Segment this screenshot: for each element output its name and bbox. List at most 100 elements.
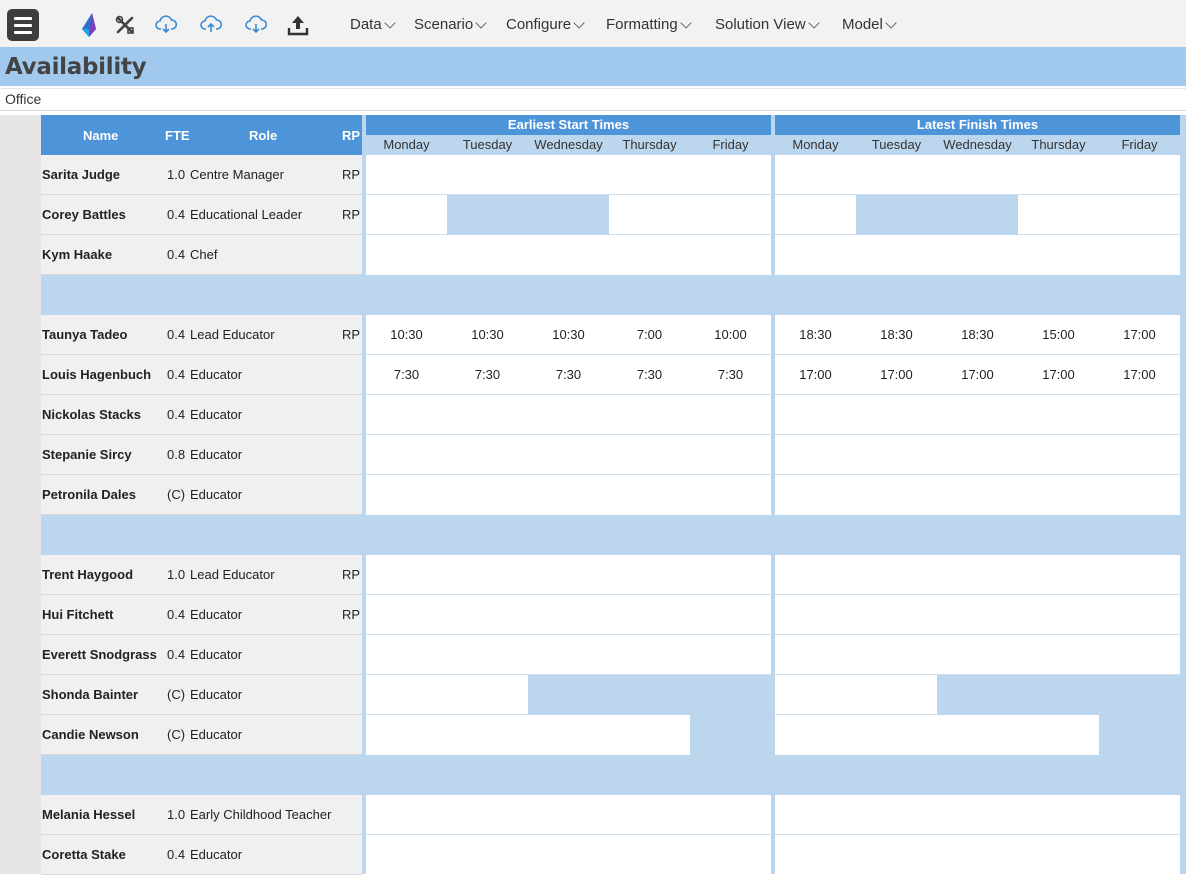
start-time-cell-friday[interactable] xyxy=(690,635,771,675)
start-time-cell-monday[interactable] xyxy=(366,635,447,675)
staff-row[interactable]: Taunya Tadeo 0.4 Lead Educator RP xyxy=(41,315,362,355)
finish-time-cell-friday[interactable] xyxy=(1099,395,1180,435)
start-time-cell-thursday[interactable] xyxy=(609,435,690,475)
finish-time-cell-tuesday[interactable] xyxy=(856,835,937,875)
finish-time-cell-thursday[interactable] xyxy=(1018,395,1099,435)
finish-time-cell-monday[interactable] xyxy=(775,475,856,515)
finish-time-cell-thursday[interactable] xyxy=(1018,595,1099,635)
start-time-cell-thursday[interactable] xyxy=(609,795,690,835)
finish-time-cell-tuesday[interactable] xyxy=(856,715,937,755)
hamburger-menu-icon[interactable] xyxy=(7,9,39,41)
finish-time-cell-monday[interactable] xyxy=(775,835,856,875)
finish-time-cell-friday[interactable] xyxy=(1099,195,1180,235)
finish-time-cell-thursday[interactable] xyxy=(1018,835,1099,875)
finish-time-cell-tuesday[interactable] xyxy=(856,635,937,675)
start-time-cell-monday[interactable] xyxy=(366,675,447,715)
menu-model[interactable]: Model xyxy=(842,16,897,33)
finish-time-cell-friday[interactable] xyxy=(1099,635,1180,675)
start-time-cell-thursday[interactable] xyxy=(609,835,690,875)
finish-time-cell-thursday[interactable] xyxy=(1018,715,1099,755)
start-time-cell-monday[interactable] xyxy=(366,395,447,435)
cloud-upload-icon[interactable] xyxy=(198,12,224,38)
finish-time-cell-tuesday[interactable] xyxy=(856,675,937,715)
export-upload-icon[interactable] xyxy=(285,12,311,38)
staff-row[interactable]: Coretta Stake 0.4 Educator xyxy=(41,835,362,875)
start-time-cell-monday[interactable] xyxy=(366,195,447,235)
finish-time-cell-friday[interactable] xyxy=(1099,595,1180,635)
staff-row[interactable]: Trent Haygood 1.0 Lead Educator RP xyxy=(41,555,362,595)
start-time-cell-wednesday[interactable] xyxy=(528,475,609,515)
finish-time-cell-friday[interactable] xyxy=(1099,835,1180,875)
start-time-cell-wednesday[interactable] xyxy=(528,635,609,675)
finish-time-cell-monday[interactable]: 18:30 xyxy=(775,315,856,355)
start-time-cell-thursday[interactable]: 7:30 xyxy=(609,355,690,395)
start-time-cell-monday[interactable] xyxy=(366,475,447,515)
finish-time-cell-wednesday[interactable] xyxy=(937,235,1018,275)
finish-time-cell-friday[interactable] xyxy=(1099,435,1180,475)
start-time-cell-tuesday[interactable] xyxy=(447,595,528,635)
finish-time-cell-tuesday[interactable]: 18:30 xyxy=(856,315,937,355)
finish-time-cell-wednesday[interactable] xyxy=(937,795,1018,835)
start-time-cell-friday[interactable] xyxy=(690,795,771,835)
finish-time-cell-thursday[interactable] xyxy=(1018,795,1099,835)
finish-time-cell-friday[interactable]: 17:00 xyxy=(1099,315,1180,355)
start-time-cell-tuesday[interactable] xyxy=(447,475,528,515)
start-time-cell-tuesday[interactable] xyxy=(447,715,528,755)
start-time-cell-friday[interactable] xyxy=(690,555,771,595)
staff-row[interactable]: Candie Newson (C) Educator xyxy=(41,715,362,755)
finish-time-cell-wednesday[interactable] xyxy=(937,595,1018,635)
start-time-cell-friday[interactable] xyxy=(690,395,771,435)
finish-time-cell-friday[interactable] xyxy=(1099,795,1180,835)
finish-time-cell-thursday[interactable] xyxy=(1018,635,1099,675)
start-time-cell-tuesday[interactable] xyxy=(447,795,528,835)
staff-row[interactable]: Nickolas Stacks 0.4 Educator xyxy=(41,395,362,435)
finish-time-cell-monday[interactable] xyxy=(775,235,856,275)
start-time-cell-friday[interactable] xyxy=(690,155,771,195)
finish-time-cell-wednesday[interactable] xyxy=(937,435,1018,475)
finish-time-cell-wednesday[interactable] xyxy=(937,475,1018,515)
finish-time-cell-thursday[interactable] xyxy=(1018,195,1099,235)
finish-time-cell-monday[interactable] xyxy=(775,395,856,435)
start-time-cell-monday[interactable] xyxy=(366,235,447,275)
start-time-cell-monday[interactable] xyxy=(366,595,447,635)
finish-time-cell-wednesday[interactable]: 17:00 xyxy=(937,355,1018,395)
app-logo-icon[interactable] xyxy=(76,12,102,38)
start-time-cell-wednesday[interactable] xyxy=(528,155,609,195)
finish-time-cell-monday[interactable] xyxy=(775,795,856,835)
finish-time-cell-thursday[interactable] xyxy=(1018,155,1099,195)
start-time-cell-thursday[interactable] xyxy=(609,555,690,595)
start-time-cell-tuesday[interactable] xyxy=(447,835,528,875)
finish-time-cell-tuesday[interactable] xyxy=(856,435,937,475)
staff-row[interactable]: Petronila Dales (C) Educator xyxy=(41,475,362,515)
menu-formatting[interactable]: Formatting xyxy=(606,16,692,33)
finish-time-cell-monday[interactable] xyxy=(775,675,856,715)
start-time-cell-wednesday[interactable] xyxy=(528,555,609,595)
start-time-cell-wednesday[interactable] xyxy=(528,795,609,835)
start-time-cell-tuesday[interactable]: 7:30 xyxy=(447,355,528,395)
finish-time-cell-tuesday[interactable] xyxy=(856,795,937,835)
start-time-cell-thursday[interactable] xyxy=(609,235,690,275)
role-column-header[interactable]: Role xyxy=(249,128,277,143)
start-time-cell-friday[interactable] xyxy=(690,835,771,875)
start-time-cell-friday[interactable] xyxy=(690,235,771,275)
start-time-cell-wednesday[interactable] xyxy=(528,835,609,875)
menu-data[interactable]: Data xyxy=(350,16,396,33)
staff-row[interactable]: Stepanie Sircy 0.8 Educator xyxy=(41,435,362,475)
finish-time-cell-thursday[interactable] xyxy=(1018,475,1099,515)
finish-time-cell-wednesday[interactable] xyxy=(937,395,1018,435)
menu-scenario[interactable]: Scenario xyxy=(414,16,487,33)
finish-time-cell-thursday[interactable]: 15:00 xyxy=(1018,315,1099,355)
start-time-cell-monday[interactable] xyxy=(366,555,447,595)
finish-time-cell-tuesday[interactable] xyxy=(856,235,937,275)
start-time-cell-thursday[interactable] xyxy=(609,395,690,435)
start-time-cell-wednesday[interactable] xyxy=(528,395,609,435)
finish-time-cell-monday[interactable] xyxy=(775,595,856,635)
start-time-cell-thursday[interactable] xyxy=(609,595,690,635)
staff-row[interactable]: Melania Hessel 1.0 Early Childhood Teacher xyxy=(41,795,362,835)
finish-time-cell-thursday[interactable] xyxy=(1018,435,1099,475)
fte-column-header[interactable]: FTE xyxy=(165,128,190,143)
finish-time-cell-friday[interactable]: 17:00 xyxy=(1099,355,1180,395)
start-time-cell-friday[interactable] xyxy=(690,195,771,235)
finish-time-cell-friday[interactable] xyxy=(1099,155,1180,195)
start-time-cell-thursday[interactable] xyxy=(609,155,690,195)
